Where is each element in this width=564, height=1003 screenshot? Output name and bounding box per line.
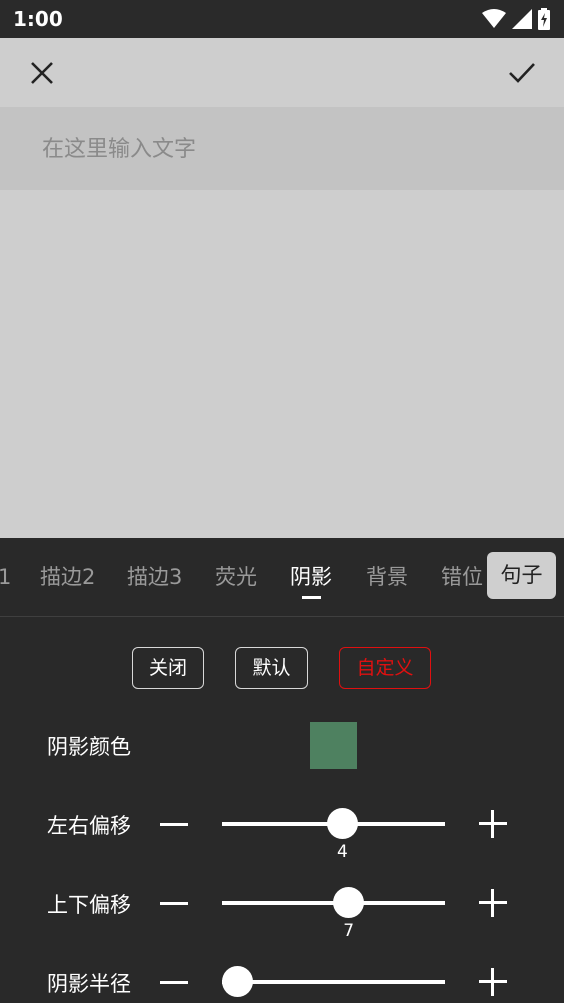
vertical-offset-increase-button[interactable] xyxy=(479,889,507,917)
tab-stroke-2[interactable]: 描边2 xyxy=(40,552,95,602)
shadow-color-label: 阴影颜色 xyxy=(47,735,131,759)
shadow-radius-slider[interactable] xyxy=(222,980,445,984)
close-icon xyxy=(31,62,53,84)
tab-shadow[interactable]: 阴影 xyxy=(290,552,332,602)
wifi-icon xyxy=(482,9,506,28)
shadow-radius-thumb[interactable] xyxy=(222,966,254,997)
horizontal-offset-label: 左右偏移 xyxy=(47,814,131,838)
checkmark-icon xyxy=(509,63,535,83)
tab-background[interactable]: 背景 xyxy=(366,552,408,602)
confirm-button[interactable] xyxy=(504,55,540,91)
style-tabs: 1 描边2 描边3 荧光 阴影 背景 错位 xyxy=(0,552,564,602)
divider xyxy=(0,616,564,617)
vertical-offset-label: 上下偏移 xyxy=(47,893,131,917)
tab-glow[interactable]: 荧光 xyxy=(215,552,257,602)
default-button[interactable]: 默认 xyxy=(235,647,308,689)
status-time: 1:00 xyxy=(13,7,63,31)
vertical-offset-thumb[interactable] xyxy=(333,887,365,918)
horizontal-offset-thumb[interactable] xyxy=(326,808,358,839)
shadow-radius-label: 阴影半径 xyxy=(47,972,131,996)
tab-1[interactable]: 1 xyxy=(0,552,11,602)
text-input[interactable] xyxy=(42,129,522,169)
status-bar: 1:00 xyxy=(0,0,564,38)
horizontal-offset-increase-button[interactable] xyxy=(479,810,507,838)
vertical-offset-value: 7 xyxy=(343,921,355,941)
vertical-offset-decrease-button[interactable] xyxy=(160,902,188,905)
signal-icon xyxy=(512,9,532,29)
sentence-button[interactable]: 句子 xyxy=(487,552,556,599)
off-button[interactable]: 关闭 xyxy=(132,647,204,689)
horizontal-offset-value: 4 xyxy=(336,842,348,862)
text-input-container xyxy=(0,107,564,190)
tab-stroke-3[interactable]: 描边3 xyxy=(127,552,182,602)
shadow-radius-decrease-button[interactable] xyxy=(160,981,188,984)
top-toolbar xyxy=(0,38,564,107)
shadow-radius-increase-button[interactable] xyxy=(479,968,507,996)
horizontal-offset-decrease-button[interactable] xyxy=(160,823,188,826)
close-button[interactable] xyxy=(24,55,60,91)
active-tab-indicator xyxy=(302,596,321,599)
custom-button[interactable]: 自定义 xyxy=(339,647,431,689)
battery-icon xyxy=(538,8,550,30)
preview-area xyxy=(0,38,564,538)
status-icons xyxy=(482,8,550,30)
tab-offset[interactable]: 错位 xyxy=(441,552,483,602)
shadow-color-swatch[interactable] xyxy=(310,722,357,769)
